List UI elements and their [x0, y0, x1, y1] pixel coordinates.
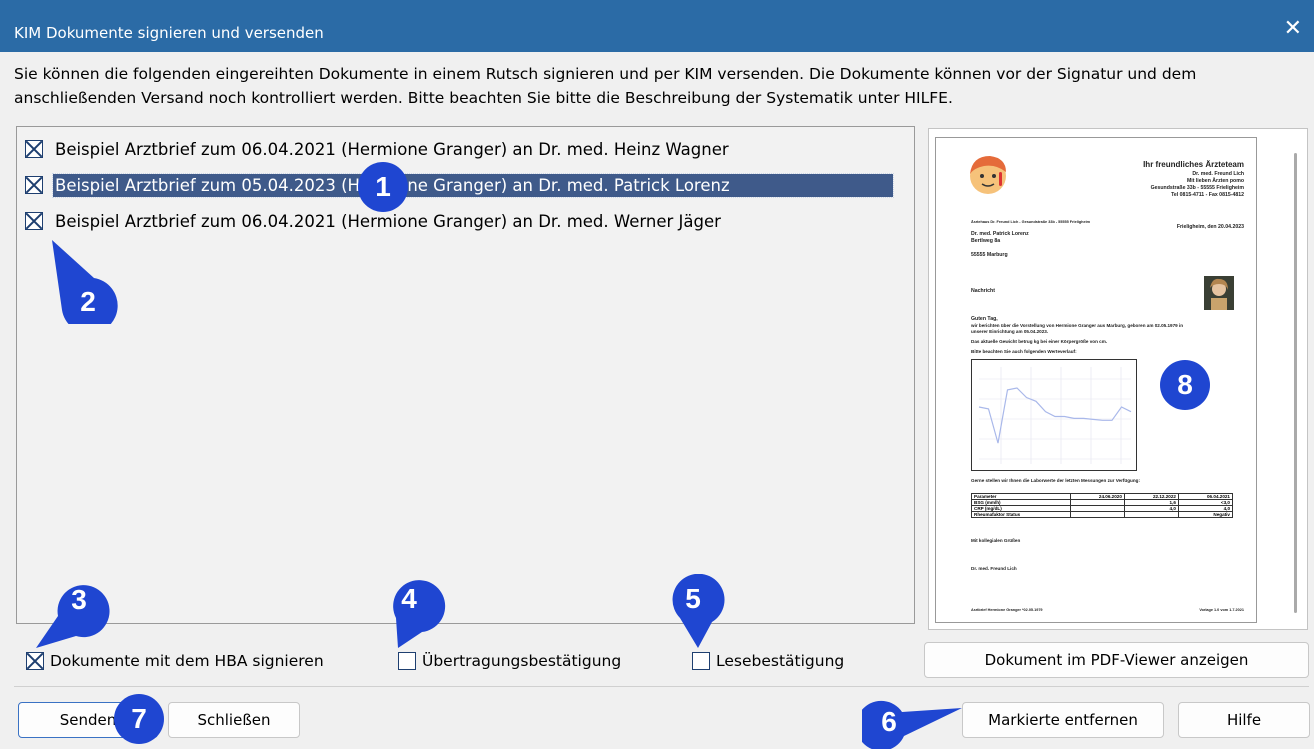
- preview-scrollbar[interactable]: [1294, 153, 1297, 613]
- preview-signer: Dr. med. Freund Lich: [971, 566, 1017, 571]
- preview-line-chart: [971, 359, 1137, 471]
- annotation-badge-1: 1: [358, 162, 408, 212]
- close-button[interactable]: Schließen: [168, 702, 300, 738]
- document-label: Beispiel Arztbrief zum 05.04.2023 (Hermi…: [52, 172, 894, 198]
- preview-closing: Mit kollegialen Grüßen: [971, 538, 1021, 543]
- doctor-face-icon: [970, 156, 1006, 194]
- preview-footer-left: Arztbrief Hermione Granger *02.05.1979: [971, 608, 1043, 612]
- preview-sender-line: Gesundstraße 33b - 55555 Frieligheim: [1150, 185, 1244, 191]
- preview-lab-intro: Gerne stellen wir Ihnen die Laborwerte d…: [971, 478, 1140, 483]
- document-checkbox[interactable]: [25, 176, 43, 194]
- sign-hba-checkbox[interactable]: [26, 652, 44, 670]
- remove-marked-button[interactable]: Markierte entfernen: [962, 702, 1164, 738]
- preview-body-line: Bitte beachten Sie auch folgenden Wertev…: [971, 349, 1077, 354]
- annotation-badge-5: 5: [685, 583, 701, 614]
- document-preview[interactable]: Ihr freundliches Ärzteteam Dr. med. Freu…: [928, 128, 1308, 630]
- list-item[interactable]: Beispiel Arztbrief zum 06.04.2021 (Hermi…: [25, 135, 733, 163]
- document-label: Beispiel Arztbrief zum 06.04.2021 (Hermi…: [55, 139, 729, 159]
- preview-footer-right: Vorlage 1.0 vom 1.7.2021: [1199, 608, 1244, 612]
- transfer-confirm-label: Übertragungsbestätigung: [422, 652, 622, 670]
- lab-cell: Rheumafaktor Status: [971, 511, 1071, 518]
- list-item-selected[interactable]: Beispiel Arztbrief zum 05.04.2023 (Hermi…: [25, 171, 894, 199]
- patient-photo: [1204, 276, 1234, 310]
- annotation-badge-8: 8: [1160, 360, 1210, 410]
- sign-hba-label: Dokumente mit dem HBA signieren: [50, 652, 324, 670]
- lab-cell: Negativ: [1177, 511, 1234, 518]
- read-confirm-label: Lesebestätigung: [716, 652, 845, 670]
- annotation-badge-2: 2: [80, 286, 96, 317]
- preview-recipient: Bertlweg 8a: [971, 238, 1001, 244]
- lab-cell: [1123, 511, 1179, 518]
- description-text: Sie können die folgenden eingereihten Do…: [14, 65, 1197, 107]
- preview-lab-table: Parameter 24.06.2020 22.12.2022 06.04.20…: [971, 493, 1234, 518]
- preview-date: Frieligheim, den 20.04.2023: [1176, 224, 1244, 230]
- preview-body-line: Das aktuelle Gewicht betrug kg bei einer…: [971, 339, 1108, 344]
- document-list[interactable]: Beispiel Arztbrief zum 06.04.2021 (Hermi…: [16, 126, 915, 624]
- annotation-badge-6: 6: [881, 706, 897, 737]
- preview-recipient: 55555 Marburg: [971, 252, 1008, 258]
- document-checkbox[interactable]: [25, 140, 43, 158]
- preview-sender-small: Ärztehaus Dr. Freund Lich - Gesundstraße…: [971, 220, 1091, 224]
- annotation-badge-7: 7: [114, 694, 164, 744]
- preview-team-name: Ihr freundliches Ärzteteam: [1143, 160, 1244, 169]
- preview-sender-line: Mit lieben Ärzten pomo: [1186, 178, 1244, 184]
- pdf-viewer-button[interactable]: Dokument im PDF-Viewer anzeigen: [924, 642, 1309, 678]
- document-label: Beispiel Arztbrief zum 06.04.2021 (Hermi…: [55, 211, 721, 231]
- close-icon[interactable]: ✕: [1284, 18, 1302, 40]
- window-title: KIM Dokumente signieren und versenden: [14, 24, 324, 42]
- preview-subject: Nachricht: [971, 288, 995, 294]
- transfer-confirm-checkbox[interactable]: [398, 652, 416, 670]
- annotation-badge-3: 3: [71, 584, 87, 615]
- document-checkbox[interactable]: [25, 212, 43, 230]
- annotation-badge-4: 4: [401, 583, 417, 614]
- preview-greeting: Guten Tag,: [971, 316, 998, 322]
- preview-body-line: unserer Einrichtung am 05.04.2023.: [971, 329, 1049, 334]
- help-button[interactable]: Hilfe: [1178, 702, 1310, 738]
- preview-sender-name: Dr. med. Freund Lich: [1192, 171, 1244, 177]
- separator: [14, 686, 1309, 687]
- preview-sender-line: Tel 0815-4711 - Fax 0815-4812: [1171, 192, 1244, 198]
- list-item[interactable]: Beispiel Arztbrief zum 06.04.2021 (Hermi…: [25, 207, 725, 235]
- preview-recipient: Dr. med. Patrick Lorenz: [971, 231, 1029, 237]
- read-confirm-checkbox[interactable]: [692, 652, 710, 670]
- lab-cell: [1069, 511, 1125, 518]
- title-bar: KIM Dokumente signieren und versenden ✕: [0, 0, 1314, 52]
- preview-body-line: wir berichten über die Vorstellung von H…: [971, 323, 1184, 328]
